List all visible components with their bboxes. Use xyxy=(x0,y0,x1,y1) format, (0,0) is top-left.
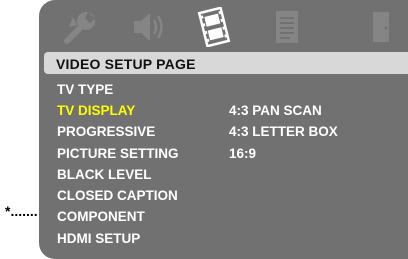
video-setup-screen: VIDEO SETUP PAGE TV TYPE TV DISPLAY PROG… xyxy=(39,0,408,259)
menu-item-black-level[interactable]: BLACK LEVEL xyxy=(57,167,152,182)
document-icon xyxy=(268,7,308,47)
menu-item-tv-display[interactable]: TV DISPLAY xyxy=(57,103,135,118)
page-title: VIDEO SETUP PAGE xyxy=(56,56,196,72)
option-4-3-pan-scan[interactable]: 4:3 PAN SCAN xyxy=(229,103,322,118)
tab-video-setup[interactable] xyxy=(194,7,234,47)
menu-item-picture-setting[interactable]: PICTURE SETTING xyxy=(57,146,179,161)
menu-item-closed-caption[interactable]: CLOSED CAPTION xyxy=(57,188,178,203)
default-marker-annotation: *....... xyxy=(5,203,38,219)
menu-item-tv-type[interactable]: TV TYPE xyxy=(57,82,113,97)
tab-exit[interactable] xyxy=(361,7,401,47)
option-16-9[interactable]: 16:9 xyxy=(229,146,256,161)
setup-tab-bar xyxy=(39,0,408,52)
tab-general-setup[interactable] xyxy=(61,7,101,47)
door-icon xyxy=(361,7,401,47)
page-header-bar: VIDEO SETUP PAGE xyxy=(44,52,408,74)
film-icon xyxy=(194,7,234,47)
menu-item-progressive[interactable]: PROGRESSIVE xyxy=(57,124,155,139)
tab-preference[interactable] xyxy=(268,7,308,47)
option-4-3-letter-box[interactable]: 4:3 LETTER BOX xyxy=(229,124,338,139)
menu-item-component[interactable]: COMPONENT xyxy=(57,209,145,224)
speaker-icon xyxy=(128,7,168,47)
wrench-icon xyxy=(61,7,101,47)
tab-audio-setup[interactable] xyxy=(128,7,168,47)
menu-item-hdmi-setup[interactable]: HDMI SETUP xyxy=(57,231,140,246)
